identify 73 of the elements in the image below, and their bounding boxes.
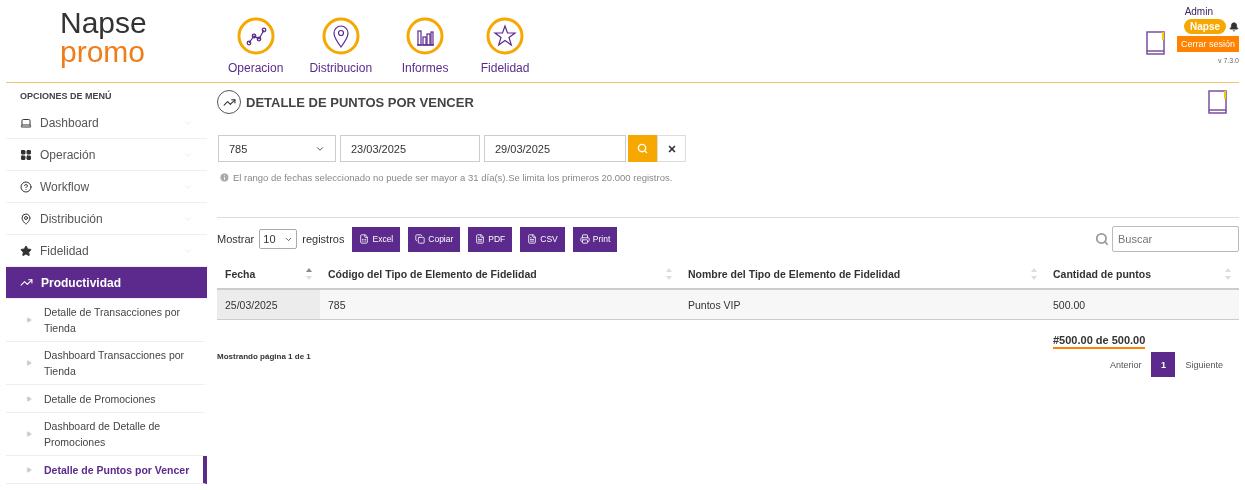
sort-icon bbox=[306, 268, 312, 280]
date-field[interactable]: 23/03/2025 bbox=[340, 135, 480, 162]
triangle-icon bbox=[26, 395, 32, 402]
user-name: Admin bbox=[1184, 6, 1213, 17]
book-icon[interactable] bbox=[1144, 30, 1167, 56]
date-field[interactable]: 29/03/2025 bbox=[484, 135, 626, 162]
sort-icon bbox=[666, 268, 672, 280]
export-button[interactable]: PDF bbox=[468, 226, 513, 252]
records-label: registros bbox=[302, 233, 345, 245]
bars-icon bbox=[406, 17, 445, 55]
nav-link[interactable]: Operacion bbox=[228, 17, 284, 75]
search-icon bbox=[1095, 232, 1109, 246]
grid-icon bbox=[20, 148, 32, 161]
logo: Napse promo bbox=[59, 5, 148, 66]
clear-button[interactable] bbox=[657, 135, 686, 162]
previous-link[interactable]: Anterior bbox=[1109, 359, 1142, 370]
nav-link[interactable]: Distribucion bbox=[309, 17, 373, 75]
info-icon bbox=[219, 172, 230, 183]
submenu-item[interactable]: Detalle de Puntos por Vencer bbox=[6, 456, 207, 484]
export-button[interactable]: Excel bbox=[352, 226, 401, 252]
bell-icon[interactable] bbox=[1229, 21, 1239, 32]
menu-item[interactable]: Productividad bbox=[6, 267, 207, 299]
table-cell: 500.00 bbox=[1045, 290, 1239, 320]
sort-icon bbox=[1031, 268, 1037, 280]
show-label: Mostrar bbox=[217, 233, 255, 245]
menu-item[interactable]: Operación bbox=[6, 139, 207, 171]
document-icon bbox=[527, 234, 538, 244]
page-info: Mostrando página 1 de 1 bbox=[217, 352, 311, 361]
copy-icon bbox=[415, 234, 426, 244]
document-icon bbox=[475, 234, 486, 244]
chart-icon bbox=[236, 17, 275, 55]
pin-icon bbox=[20, 212, 32, 225]
printer-icon bbox=[579, 234, 590, 244]
next-link[interactable]: Siguiente bbox=[1185, 359, 1223, 370]
triangle-icon bbox=[26, 466, 32, 473]
book-icon[interactable] bbox=[1207, 89, 1229, 115]
help-icon bbox=[20, 180, 32, 193]
total-text: #500.00 de 500.00 bbox=[1053, 334, 1146, 349]
search-icon bbox=[637, 143, 648, 154]
search-button[interactable] bbox=[628, 135, 657, 162]
close-icon bbox=[666, 143, 677, 154]
table-cell: Puntos VIP bbox=[680, 290, 1045, 320]
nav-link[interactable]: Informes bbox=[398, 17, 453, 75]
page-size-select[interactable]: 10 bbox=[259, 229, 298, 249]
menu-item[interactable]: Workflow bbox=[6, 171, 207, 203]
info-note: El rango de fechas seleccionado no puede ser mayor a 31 día(s).Se limita los primeros 20.000 registros. bbox=[233, 172, 673, 183]
nav-link[interactable]: Fidelidad bbox=[478, 17, 533, 75]
laptop-icon bbox=[20, 116, 32, 129]
menu-item[interactable]: Dashboard bbox=[6, 107, 207, 139]
spreadsheet-icon bbox=[359, 234, 370, 244]
submenu-item[interactable]: Dashboard de Detalle de Promociones bbox=[6, 413, 207, 456]
triangle-icon bbox=[26, 317, 32, 323]
triangle-icon bbox=[26, 431, 32, 437]
star-icon bbox=[20, 244, 32, 257]
search-field[interactable]: Buscar bbox=[1112, 226, 1239, 252]
triangle-icon bbox=[26, 360, 32, 366]
table-cell: 25/03/2025 bbox=[217, 290, 320, 320]
export-button[interactable]: Copiar bbox=[408, 226, 461, 252]
submenu-item[interactable]: Detalle de Promociones bbox=[6, 385, 207, 413]
export-button[interactable]: CSV bbox=[520, 226, 565, 252]
submenu-item[interactable]: Detalle de Transacciones por Tienda bbox=[6, 299, 207, 342]
code-select[interactable]: 785 bbox=[218, 135, 336, 162]
company-badge: Napse bbox=[1184, 19, 1226, 34]
submenu-item[interactable]: Dashboard Transacciones por Tienda bbox=[6, 342, 207, 385]
page-button[interactable]: 1 bbox=[1151, 352, 1176, 377]
pin-icon bbox=[321, 17, 360, 55]
table-cell: 785 bbox=[320, 290, 680, 320]
menu-heading: OPCIONES DE MENÚ bbox=[19, 89, 113, 103]
menu-item[interactable]: Distribución bbox=[6, 203, 207, 235]
trend-icon bbox=[20, 276, 33, 289]
export-button[interactable]: Print bbox=[572, 226, 618, 252]
page-title: DETALLE DE PUNTOS POR VENCER bbox=[246, 94, 474, 110]
sort-icon bbox=[1225, 268, 1231, 280]
